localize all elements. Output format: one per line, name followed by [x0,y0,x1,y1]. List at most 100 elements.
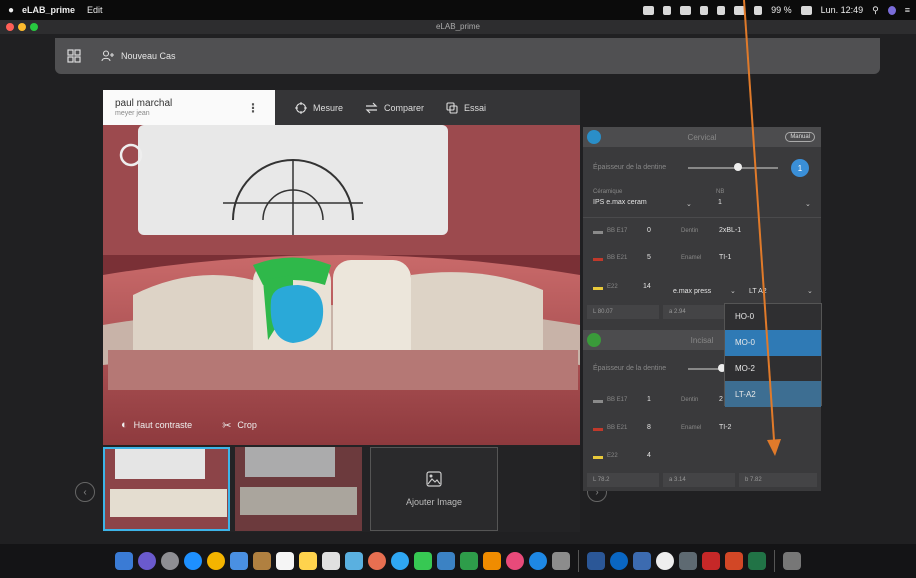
trash-icon[interactable] [783,552,801,570]
photos-icon[interactable] [368,552,386,570]
image-viewer: paul marchal meyer jean ⋮ Mesure Compare… [103,90,580,532]
safari-icon[interactable] [184,552,202,570]
thumbnail-strip: Ajouter Image [103,445,580,532]
compare-button[interactable]: Comparer [365,102,424,114]
trial-button[interactable]: Essai [446,101,486,114]
patient-card[interactable]: paul marchal meyer jean ⋮ [103,90,275,125]
thumbnail-2[interactable] [235,447,362,531]
dropdown-option-selected[interactable]: MO-0 [725,329,821,356]
ceramic-chevron-icon[interactable]: ⌄ [686,200,692,208]
zoom-button[interactable] [30,23,38,31]
launchpad-icon[interactable] [161,552,179,570]
shade-count: 1 [647,396,651,403]
doctor-name: meyer jean [115,110,150,117]
chrome-icon[interactable] [207,552,225,570]
calendar-icon[interactable] [276,552,294,570]
shade-dropdown: HO-0 MO-0 MO-2 LT-A2 [724,303,822,407]
dropdown-option[interactable]: LT-A2 [725,381,821,407]
minimize-button[interactable] [18,23,26,31]
press-select[interactable]: e.max press [673,288,711,295]
music-icon[interactable] [506,552,524,570]
add-image-button[interactable]: Ajouter Image [370,447,498,531]
shade-swatch [593,231,603,234]
dental-photo[interactable]: ◐ Haut contraste ✂ Crop [103,125,580,445]
dock-separator [774,550,775,572]
messages-icon[interactable] [391,552,409,570]
apple-icon[interactable]: ● [0,5,22,16]
status-icon-1[interactable] [643,5,655,15]
system-preferences-icon[interactable] [552,552,570,570]
menubar-clock[interactable]: Lun. 12:49 [821,5,864,15]
shade-count: 8 [647,424,651,431]
siri-icon[interactable] [887,5,896,15]
image-icon [426,471,442,487]
preview-icon[interactable] [230,552,248,570]
thumbnail-image [105,449,228,529]
nb-select[interactable]: 1 [718,199,722,206]
airplay-icon[interactable] [700,5,709,15]
powerpoint-icon[interactable] [725,552,743,570]
acrobat-icon[interactable] [702,552,720,570]
vscode-icon[interactable] [633,552,651,570]
bluetooth-icon[interactable] [717,5,726,15]
keynote-icon[interactable] [483,552,501,570]
excel-icon[interactable] [748,552,766,570]
status-icon-3[interactable] [680,5,692,15]
notification-center-icon[interactable]: ≡ [905,5,910,15]
contrast-icon: ◐ [121,419,128,431]
numbers-icon[interactable] [460,552,478,570]
previous-arrow-icon[interactable]: ‹ [75,482,95,502]
finder-icon[interactable] [115,552,133,570]
dropdown-option[interactable]: MO-2 [725,356,821,382]
shade-select[interactable]: LT A2 [749,288,767,295]
ceramic-select[interactable]: IPS e.max ceram [593,199,647,206]
spotlight-icon[interactable]: ⚲ [872,5,879,16]
word-icon[interactable] [587,552,605,570]
facetime-icon[interactable] [414,552,432,570]
cervical-header: Cervical Manual [583,127,821,147]
pages-icon[interactable] [437,552,455,570]
grid-menu-icon[interactable] [67,49,81,63]
notes-icon[interactable] [299,552,317,570]
dropdown-option[interactable]: HO-0 [725,304,821,330]
volume-icon[interactable] [754,5,763,15]
battery-percent[interactable]: 99 % [771,5,792,15]
input-source-icon[interactable] [800,5,812,15]
status-icon-2[interactable] [663,5,672,15]
layer-type: Dentin [681,228,699,234]
press-chevron-icon[interactable]: ⌄ [730,287,736,295]
menubar-status-area: 99 % Lun. 12:49 ⚲ ≡ [643,0,910,20]
layers-icon [446,101,458,114]
more-options-icon[interactable]: ⋮ [247,101,259,115]
lab-a-value: a 3.14 [663,473,735,487]
menubar-edit[interactable]: Edit [87,5,103,15]
ceramic-label: Céramique [593,189,623,195]
notes-book-icon[interactable] [253,552,271,570]
shade-swatch [593,258,603,261]
thumbnail-1[interactable] [103,447,230,531]
measure-button[interactable]: Mesure [295,101,344,114]
reminders-icon[interactable] [322,552,340,570]
menubar-app-name[interactable]: eLAB_prime [22,5,75,15]
shade-swatch [593,400,603,403]
shade-chevron-icon[interactable]: ⌄ [807,287,813,295]
siri-icon[interactable] [138,552,156,570]
shade-code: E22 [607,453,618,459]
dropbox-icon[interactable] [679,552,697,570]
high-contrast-button[interactable]: ◐ Haut contraste [121,419,192,431]
crop-button[interactable]: ✂ Crop [222,419,257,432]
maps-icon[interactable] [345,552,363,570]
layer-type: Dentin [681,397,699,403]
nb-chevron-icon[interactable]: ⌄ [805,200,811,208]
cervical-thickness-slider[interactable] [688,167,778,169]
layer-type: Enamel [681,255,702,261]
cervical-slider-knob[interactable] [733,163,742,171]
measure-label: Mesure [313,102,344,113]
app-store-icon[interactable] [529,552,547,570]
elab-icon[interactable] [656,552,674,570]
new-case-button[interactable]: Nouveau Cas [101,50,176,62]
skype-icon[interactable] [610,552,628,570]
close-button[interactable] [6,23,14,31]
wifi-icon[interactable] [734,5,746,15]
manual-button[interactable]: Manual [785,132,815,142]
